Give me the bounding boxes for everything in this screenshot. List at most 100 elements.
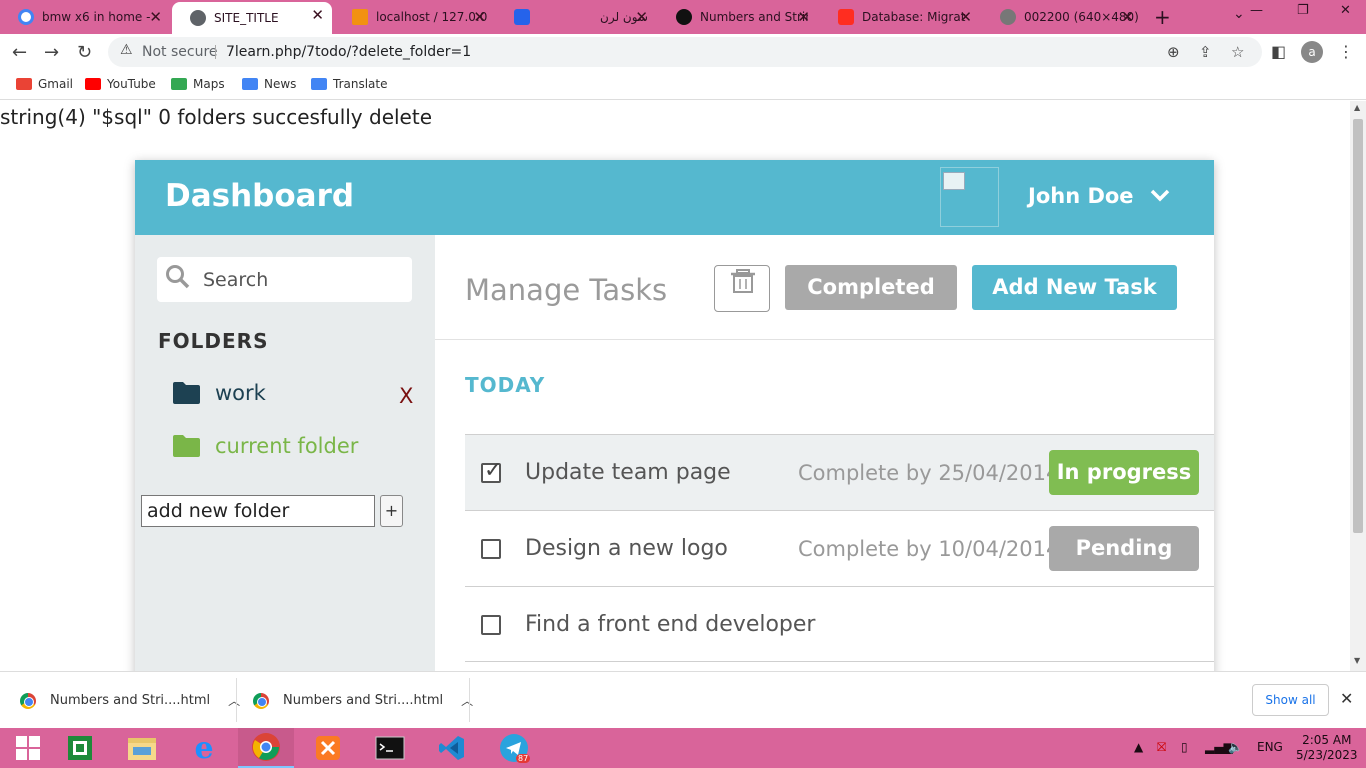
warning-icon[interactable]: ⚠ (120, 42, 133, 58)
system-clock[interactable]: 2:05 AM 5/23/2023 (1296, 733, 1358, 763)
github-icon (676, 9, 692, 25)
dashboard-panel: Dashboard John Doe Search FOLDERS work X… (135, 160, 1214, 671)
tab-title: bmw x6 in home - (42, 10, 151, 24)
close-icon[interactable]: ✕ (473, 8, 486, 26)
task-row[interactable]: ✓ Update team page Complete by 25/04/201… (465, 434, 1214, 510)
close-icon[interactable]: ✕ (1121, 8, 1134, 26)
add-folder-button[interactable]: + (380, 495, 403, 527)
windows-start-icon[interactable] (0, 728, 56, 768)
tab-numbers-strings[interactable]: Numbers and Strin ✕ (658, 4, 818, 30)
close-icon[interactable]: ✕ (959, 8, 972, 26)
task-checkbox[interactable]: ✓ (481, 458, 502, 483)
volume-icon[interactable]: 🔈 (1228, 740, 1243, 754)
tab-search-chevron-icon[interactable]: ⌄ (1233, 6, 1245, 22)
bookmark-news[interactable]: News (242, 77, 296, 91)
page-scrollbar[interactable]: ▲ ▼ (1350, 101, 1366, 671)
tab-site-title[interactable]: SITE_TITLE ✕ (172, 2, 332, 34)
forward-arrow-icon[interactable]: → (44, 42, 59, 63)
globe-icon (190, 10, 206, 26)
vscode-icon[interactable] (424, 728, 480, 768)
close-icon[interactable]: ✕ (635, 8, 648, 26)
security-status: Not secure (142, 44, 218, 60)
tab-laravel-migrations[interactable]: Database: Migratic ✕ (820, 4, 980, 30)
share-icon[interactable]: ⇪ (1199, 43, 1212, 61)
telegram-icon[interactable]: 87 (486, 728, 542, 768)
network-error-icon[interactable]: ⛝ (1157, 740, 1166, 755)
close-icon[interactable]: ✕ (149, 8, 162, 26)
completed-button[interactable]: Completed (785, 265, 957, 310)
chrome-file-icon (20, 692, 36, 709)
delete-folder-button[interactable]: X (399, 384, 413, 408)
close-icon[interactable]: ✕ (1340, 689, 1353, 708)
user-name[interactable]: John Doe (1028, 184, 1134, 208)
chevron-down-icon[interactable] (1150, 183, 1170, 207)
scrollbar-thumb[interactable] (1353, 119, 1363, 533)
add-new-task-button[interactable]: Add New Task (972, 265, 1177, 310)
bookmarks-bar: Gmail YouTube Maps News Translate (0, 70, 1366, 100)
status-badge[interactable]: In progress (1049, 450, 1199, 495)
bookmark-gmail[interactable]: Gmail (16, 77, 73, 91)
bookmark-translate[interactable]: Translate (311, 77, 388, 91)
spreadsheet-app-icon[interactable] (52, 728, 108, 768)
youtube-icon (85, 78, 101, 90)
close-icon[interactable]: ✕ (311, 6, 324, 24)
side-panel-icon[interactable]: ◧ (1271, 42, 1286, 61)
download-item[interactable]: Numbers and Stri....html ︿ (253, 672, 473, 729)
laravel-icon (838, 9, 854, 25)
bookmark-star-icon[interactable]: ☆ (1231, 43, 1244, 61)
language-indicator[interactable]: ENG (1257, 740, 1283, 754)
chevron-up-icon[interactable]: ︿ (461, 692, 473, 709)
menu-kebab-icon[interactable]: ⋮ (1338, 42, 1354, 61)
taskbar: e 87 ▲ ⛝ ▯ ▂▄▆ 🔈 ENG 2:05 AM 5/23/2023 (0, 728, 1366, 768)
terminal-icon[interactable] (362, 728, 418, 768)
status-badge[interactable]: Pending (1049, 526, 1199, 571)
tab-sevenlearn[interactable]: سون لرن ✕ (496, 4, 656, 30)
bookmark-youtube[interactable]: YouTube (85, 77, 156, 91)
search-input[interactable]: Search (157, 257, 412, 302)
task-row[interactable]: Find a front end developer (465, 586, 1214, 662)
downloads-bar: Numbers and Stri....html ︿ Numbers and S… (0, 671, 1366, 728)
new-folder-input[interactable]: add new folder (141, 495, 375, 527)
minimize-icon[interactable]: — (1250, 3, 1263, 18)
address-bar[interactable]: ⚠ Not secure 7learn.php/7todo/?delete_fo… (108, 37, 1262, 67)
scroll-up-icon[interactable]: ▲ (1354, 103, 1360, 112)
download-item[interactable]: Numbers and Stri....html ︿ (20, 672, 240, 729)
tab-phpmyadmin[interactable]: localhost / 127.0.0 ✕ (334, 4, 494, 30)
back-arrow-icon[interactable]: ← (12, 42, 27, 63)
scroll-down-icon[interactable]: ▼ (1354, 656, 1360, 665)
task-row[interactable]: Design a new logo Complete by 10/04/2014… (465, 510, 1214, 586)
task-checkbox[interactable] (481, 615, 501, 635)
close-icon[interactable]: ✕ (797, 8, 810, 26)
telegram-badge: 87 (516, 754, 531, 763)
profile-avatar[interactable]: a (1301, 41, 1323, 63)
new-tab-button[interactable]: + (1154, 5, 1171, 29)
file-explorer-icon[interactable] (114, 728, 170, 768)
window-close-icon[interactable]: ✕ (1340, 3, 1351, 18)
divider (469, 678, 470, 722)
delete-tasks-button[interactable] (714, 265, 770, 312)
folder-item-work[interactable]: work (173, 381, 266, 405)
tray-chevron-up-icon[interactable]: ▲ (1134, 740, 1143, 754)
chrome-icon[interactable] (238, 728, 294, 768)
device-icon[interactable]: ▯ (1181, 740, 1188, 754)
google-icon (18, 9, 34, 25)
internet-explorer-icon[interactable]: e (176, 728, 232, 768)
tab-image[interactable]: 002200 (640×480) ✕ (982, 4, 1142, 30)
bookmark-maps[interactable]: Maps (171, 77, 225, 91)
show-all-button[interactable]: Show all (1252, 684, 1329, 716)
folder-item-current[interactable]: current folder (173, 434, 358, 458)
tab-title: SITE_TITLE (214, 11, 279, 25)
reload-icon[interactable]: ↻ (77, 42, 92, 63)
bookmark-label: Translate (333, 77, 388, 91)
task-checkbox[interactable] (481, 539, 501, 559)
zoom-icon[interactable]: ⊕ (1167, 43, 1180, 61)
user-avatar[interactable] (940, 167, 999, 227)
url-text[interactable]: 7learn.php/7todo/?delete_folder=1 (226, 44, 471, 60)
manage-tasks-title: Manage Tasks (465, 273, 668, 307)
bookmark-label: Gmail (38, 77, 74, 91)
restore-icon[interactable]: ❐ (1297, 3, 1309, 18)
folder-icon (173, 435, 200, 457)
xampp-icon[interactable] (300, 728, 356, 768)
tab-bmw[interactable]: bmw x6 in home - ✕ (0, 4, 170, 30)
chevron-up-icon[interactable]: ︿ (228, 692, 240, 709)
